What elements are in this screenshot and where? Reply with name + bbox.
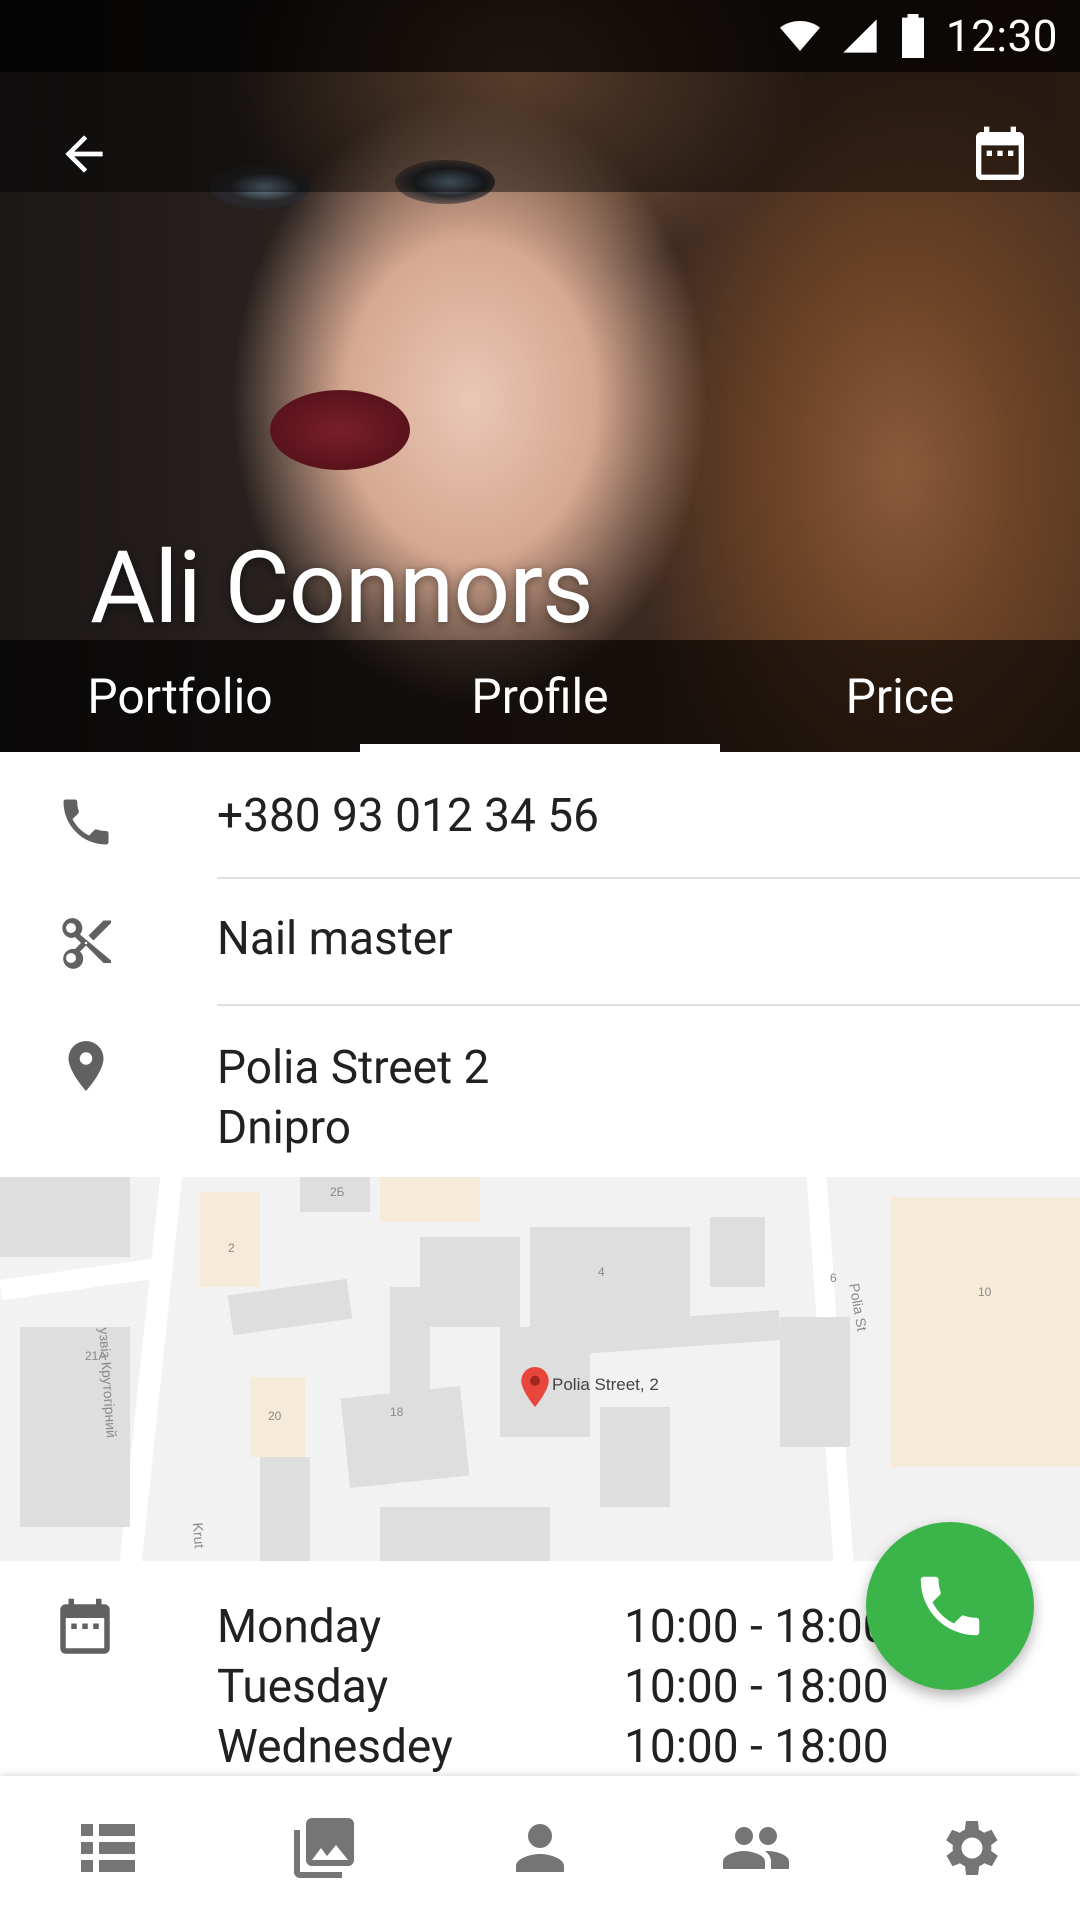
map-label: 6 bbox=[830, 1271, 837, 1285]
tab-indicator bbox=[360, 744, 720, 752]
schedule-day: Tuesday bbox=[217, 1660, 389, 1714]
profile-name: Ali Connors bbox=[90, 530, 594, 647]
schedule-day: Monday bbox=[217, 1600, 382, 1654]
map-pin-label: Polia Street, 2 bbox=[552, 1375, 659, 1394]
nav-clients[interactable] bbox=[648, 1776, 864, 1920]
list-icon bbox=[81, 1824, 135, 1872]
bottom-navigation bbox=[0, 1776, 1080, 1920]
map-building bbox=[260, 1457, 310, 1561]
phone-icon bbox=[63, 799, 109, 845]
gallery-icon bbox=[294, 1818, 354, 1878]
map-street-label: Krut bbox=[190, 1522, 208, 1549]
map-road bbox=[0, 1257, 161, 1301]
map-building bbox=[227, 1278, 353, 1336]
schedule-hours: 10:00 - 18:00 bbox=[624, 1720, 889, 1774]
scissors-icon bbox=[62, 918, 111, 969]
battery-icon bbox=[901, 14, 924, 58]
schedule-hours: 10:00 - 18:00 bbox=[624, 1600, 889, 1654]
location-map[interactable]: 2Б 2 4 6 10 21А 20 18 узвіз Крутогірний … bbox=[0, 1177, 1080, 1561]
map-building bbox=[420, 1237, 520, 1327]
phone-number: +380 93 012 34 56 bbox=[217, 789, 599, 843]
profession-row: Nail master bbox=[0, 879, 1080, 1005]
schedule-day: Wednesdey bbox=[217, 1720, 453, 1774]
calendar-button[interactable] bbox=[952, 108, 1048, 204]
map-building bbox=[600, 1407, 670, 1507]
map-building bbox=[380, 1177, 480, 1222]
map-label: 4 bbox=[598, 1265, 605, 1279]
map-label: 20 bbox=[268, 1409, 282, 1423]
settings-icon bbox=[946, 1821, 998, 1875]
phone-icon bbox=[920, 1576, 980, 1636]
map-building bbox=[890, 1197, 1080, 1467]
people-icon bbox=[723, 1827, 789, 1869]
map-building bbox=[340, 1385, 470, 1489]
map-building bbox=[530, 1227, 690, 1327]
address-line-1: Polia Street 2 bbox=[217, 1041, 490, 1095]
tab-bar: Portfolio Profile Price bbox=[0, 640, 1080, 752]
wifi-icon bbox=[779, 21, 820, 51]
person-icon bbox=[516, 1824, 564, 1872]
map-building bbox=[380, 1507, 550, 1561]
map-building bbox=[710, 1217, 765, 1287]
address-line-2: Dnipro bbox=[217, 1101, 351, 1155]
app-bar bbox=[0, 72, 1080, 192]
map-label: 18 bbox=[390, 1405, 404, 1419]
tab-portfolio[interactable]: Portfolio bbox=[0, 640, 360, 752]
map-pin-icon bbox=[521, 1367, 549, 1407]
map-building bbox=[780, 1317, 850, 1447]
back-button[interactable] bbox=[36, 106, 132, 202]
nav-profile[interactable] bbox=[432, 1776, 648, 1920]
schedule-calendar-icon bbox=[60, 1598, 110, 1654]
arrow-back-icon bbox=[65, 135, 103, 173]
signal-icon bbox=[843, 19, 877, 53]
calendar-icon bbox=[976, 126, 1024, 180]
call-fab-button[interactable] bbox=[866, 1522, 1034, 1690]
profession-text: Nail master bbox=[217, 912, 453, 966]
tab-profile[interactable]: Profile bbox=[360, 640, 720, 752]
nav-settings[interactable] bbox=[864, 1776, 1080, 1920]
decor-lips bbox=[270, 390, 410, 470]
status-time: 12:30 bbox=[945, 10, 1058, 62]
map-building bbox=[0, 1177, 130, 1257]
schedule-hours: 10:00 - 18:00 bbox=[624, 1660, 889, 1714]
nav-gallery[interactable] bbox=[216, 1776, 432, 1920]
nav-list[interactable] bbox=[0, 1776, 216, 1920]
address-row: Polia Street 2 Dnipro bbox=[0, 1006, 1080, 1176]
map-label: 2Б bbox=[330, 1185, 345, 1199]
map-building bbox=[200, 1192, 260, 1287]
map-label: 2 bbox=[228, 1241, 235, 1255]
location-pin-icon bbox=[68, 1041, 104, 1091]
status-bar: 12:30 bbox=[0, 0, 1080, 72]
map-label: 10 bbox=[978, 1285, 992, 1299]
phone-row[interactable]: +380 93 012 34 56 bbox=[0, 752, 1080, 878]
tab-price[interactable]: Price bbox=[720, 640, 1080, 752]
